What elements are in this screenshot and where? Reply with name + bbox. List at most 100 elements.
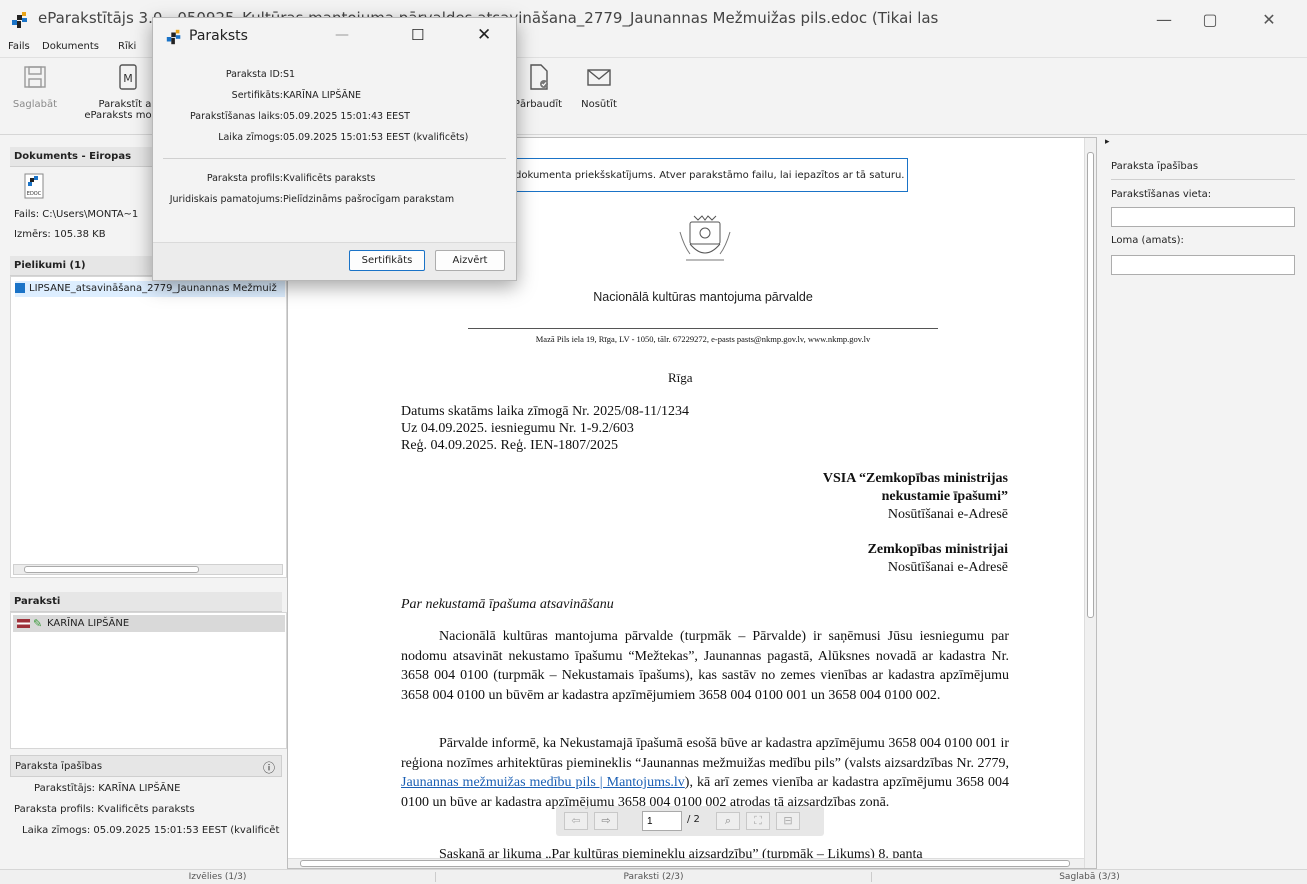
dialog-maximize-icon[interactable]: ☐ bbox=[411, 26, 424, 44]
send-label: Nosūtīt bbox=[581, 99, 617, 110]
horizontal-doc-scrollbar-thumb[interactable] bbox=[300, 860, 1070, 867]
previous-page-icon[interactable]: ⇦ bbox=[564, 812, 588, 830]
dialog-title: Paraksts bbox=[189, 28, 248, 44]
recipient-2-line-2: Nosūtīšanai e-Adresē bbox=[887, 560, 1008, 575]
signing-place-label: Parakstīšanas vieta: bbox=[1111, 189, 1212, 200]
maximize-icon[interactable]: ▢ bbox=[1187, 6, 1233, 34]
dialog-profile-label: Paraksta profils: bbox=[206, 173, 283, 184]
dialog-cert-label: Sertifikāts: bbox=[231, 90, 283, 101]
info-icon[interactable]: ⓘ bbox=[263, 759, 275, 776]
paragraph-2: Pārvalde informē, ka Nekustamajā īpašumā… bbox=[401, 734, 1009, 812]
dialog-profile-value: Kvalificēts paraksts bbox=[283, 173, 376, 184]
organization-name: Nacionālā kultūras mantojuma pārvalde bbox=[593, 290, 813, 304]
dialog-close-icon[interactable]: ✕ bbox=[477, 25, 491, 45]
right-divider bbox=[1111, 179, 1295, 180]
send-button[interactable]: Nosūtīt bbox=[574, 62, 624, 110]
prop-timestamp-value: 05.09.2025 15:01:53 EEST (kvalificēt bbox=[93, 825, 280, 836]
fit-page-icon[interactable]: ⛶ bbox=[746, 812, 770, 830]
next-page-icon[interactable]: ⇨ bbox=[594, 812, 618, 830]
list-item[interactable]: LIPSANE_atsavināšana_2779_Jaunannas Mežm… bbox=[15, 281, 285, 297]
svg-text:EDOC: EDOC bbox=[27, 191, 42, 197]
edoc-file-icon: EDOC bbox=[24, 173, 44, 199]
size-label: Izmērs: bbox=[14, 229, 51, 240]
right-panel: ▸ Paraksta īpašības Parakstīšanas vieta:… bbox=[1103, 137, 1307, 869]
app-logo-icon bbox=[12, 12, 27, 28]
valid-signature-icon: ✎ bbox=[33, 617, 43, 630]
dialog-signtime-value: 05.09.2025 15:01:43 EEST bbox=[283, 111, 410, 122]
menu-document[interactable]: Dokuments bbox=[42, 41, 99, 52]
dialog-timestamp-value: 05.09.2025 15:01:53 EEST (kvalificēts) bbox=[283, 132, 469, 143]
recipient-2-line-1: Zemkopības ministrijai bbox=[867, 542, 1008, 557]
dialog-timestamp-label: Laika zīmogs: bbox=[218, 132, 283, 143]
signature-row[interactable]: ✎ KARĪNA LIPŠĀNE bbox=[13, 615, 285, 632]
signatures-list: ✎ KARĪNA LIPŠĀNE bbox=[10, 612, 287, 749]
scrollbar-thumb[interactable] bbox=[24, 566, 199, 573]
signatures-section-title: Paraksti bbox=[10, 592, 282, 612]
heritage-link[interactable]: Jaunannas mežmuižas medību pils | Mantoj… bbox=[401, 775, 685, 790]
close-dialog-button[interactable]: Aizvērt bbox=[435, 250, 505, 271]
certificate-button[interactable]: Sertifikāts bbox=[349, 250, 425, 271]
city-line: Rīga bbox=[668, 370, 693, 385]
signer-name: KARĪNA LIPŠĀNE bbox=[47, 618, 130, 629]
horizontal-scrollbar[interactable] bbox=[13, 564, 283, 575]
attachment-icon bbox=[15, 283, 25, 293]
signature-dialog: Paraksts — ☐ ✕ Paraksta ID: S1 Sertifikā… bbox=[152, 17, 517, 281]
verify-button[interactable]: Pārbaudīt bbox=[510, 62, 566, 110]
prop-profile-label: Paraksta profils: bbox=[14, 804, 95, 815]
signing-place-input[interactable] bbox=[1111, 207, 1295, 227]
attachments-list: LIPSANE_atsavināšana_2779_Jaunannas Mežm… bbox=[10, 276, 287, 578]
dialog-legal-label: Juridiskais pamatojums: bbox=[169, 194, 283, 205]
minimize-icon[interactable]: — bbox=[1141, 6, 1187, 34]
latvia-flag-icon bbox=[17, 619, 30, 628]
step-sign: Paraksti (2/3) bbox=[436, 872, 872, 882]
ref-line-1: Uz 04.09.2025. iesniegumu Nr. 1-9.2/603 bbox=[401, 421, 634, 436]
fit-width-icon[interactable]: ⊟ bbox=[776, 812, 800, 830]
envelope-icon bbox=[587, 69, 611, 86]
signature-properties-title: Paraksta īpašības ⓘ bbox=[10, 755, 282, 777]
role-label: Loma (amats): bbox=[1111, 235, 1184, 246]
dialog-minimize-icon: — bbox=[335, 27, 349, 43]
verify-label: Pārbaudīt bbox=[513, 99, 563, 110]
prop-signer-value: KARĪNA LIPŠĀNE bbox=[98, 783, 181, 794]
status-bar: Izvēlies (1/3) Paraksti (2/3) Saglabā (3… bbox=[0, 869, 1307, 884]
size-value: 105.38 KB bbox=[53, 229, 106, 240]
preview-notice-banner: dokumenta priekšskatījums. Atver parakst… bbox=[508, 158, 908, 192]
zoom-icon[interactable]: ⌕ bbox=[716, 812, 740, 830]
prop-timestamp-label: Laika zīmogs: bbox=[22, 825, 91, 836]
step-choose: Izvēlies (1/3) bbox=[0, 872, 436, 882]
dialog-app-icon bbox=[166, 29, 181, 45]
paragraph-2-start: Pārvalde informē, ka Nekustamajā īpašumā… bbox=[401, 736, 1009, 771]
dialog-divider bbox=[163, 158, 506, 159]
menu-file[interactable]: Fails bbox=[8, 41, 30, 52]
svg-text:M: M bbox=[123, 72, 133, 85]
collapse-arrow-icon[interactable]: ▸ bbox=[1105, 137, 1110, 147]
verify-document-icon bbox=[530, 64, 548, 90]
organization-address: Mazā Pils iela 19, Rīga, LV - 1050, tālr… bbox=[535, 334, 871, 344]
page-number-input[interactable] bbox=[642, 811, 682, 831]
save-icon bbox=[24, 66, 46, 88]
right-properties-title: Paraksta īpašības bbox=[1111, 161, 1199, 172]
role-input[interactable] bbox=[1111, 255, 1295, 275]
dialog-id-value: S1 bbox=[283, 69, 296, 80]
close-icon[interactable]: ✕ bbox=[1246, 6, 1292, 34]
step-save: Saglabā (3/3) bbox=[1059, 872, 1120, 882]
page-navigation-bar: ⇦ ⇨ / 2 ⌕ ⛶ ⊟ bbox=[556, 806, 824, 836]
attachment-name: LIPSANE_atsavināšana_2779_Jaunannas Mežm… bbox=[29, 283, 277, 294]
subject-line: Par nekustamā īpašuma atsavināšanu bbox=[401, 597, 614, 612]
recipient-1-line-3: Nosūtīšanai e-Adresē bbox=[887, 507, 1008, 522]
prop-signer-label: Parakstītājs: bbox=[34, 783, 96, 794]
recipient-1-line-1: VSIA “Zemkopības ministrijas bbox=[822, 471, 1008, 486]
dialog-id-label: Paraksta ID: bbox=[225, 69, 283, 80]
page-total: / 2 bbox=[687, 814, 700, 825]
vertical-scrollbar[interactable] bbox=[1084, 138, 1096, 868]
horizontal-doc-scrollbar[interactable] bbox=[288, 858, 1084, 868]
header-divider bbox=[468, 328, 938, 329]
ref-line-2: Reģ. 04.09.2025. Reģ. IEN-1807/2025 bbox=[401, 438, 618, 453]
paragraph-1: Nacionālā kultūras mantojuma pārvalde (t… bbox=[401, 629, 1009, 703]
save-button[interactable]: Saglabāt bbox=[10, 62, 60, 110]
coat-of-arms-icon bbox=[679, 215, 731, 261]
dialog-cert-value: KARĪNA LIPŠĀNE bbox=[283, 90, 362, 101]
dialog-legal-value: Pielīdzināms pašrocīgam parakstam bbox=[283, 194, 455, 205]
vertical-scrollbar-thumb[interactable] bbox=[1087, 152, 1094, 618]
menu-tools[interactable]: Rīki bbox=[118, 41, 136, 52]
